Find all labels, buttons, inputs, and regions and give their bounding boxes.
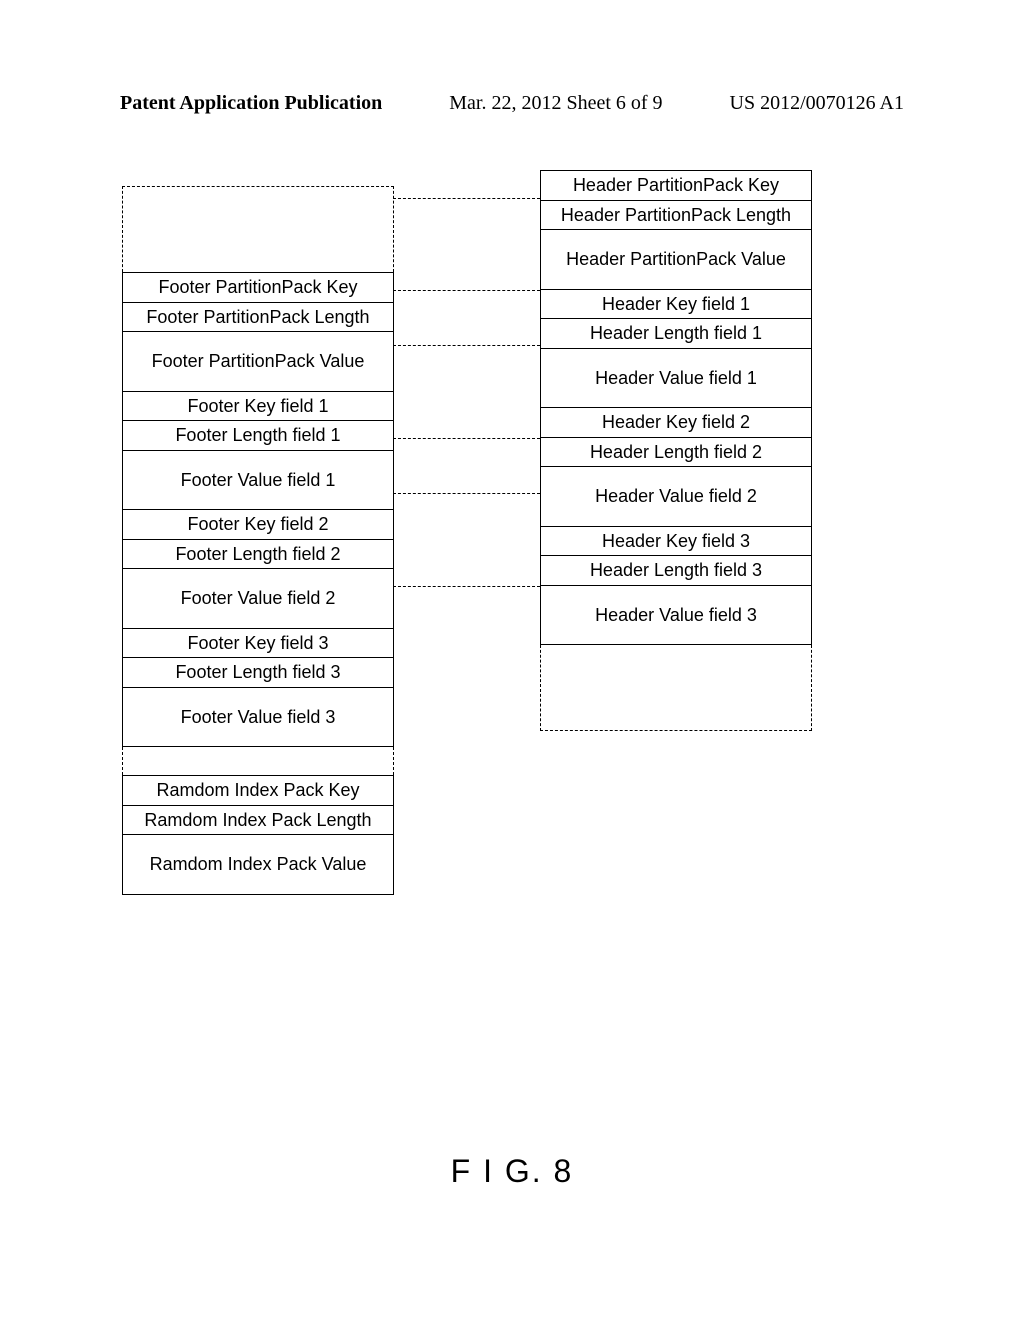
table-row: Header Key field 1 — [541, 289, 811, 319]
header-center: Mar. 22, 2012 Sheet 6 of 9 — [449, 92, 662, 115]
connector-dash — [393, 586, 540, 587]
table-row: Header Length field 3 — [541, 555, 811, 585]
table-row: Header PartitionPack Length — [541, 200, 811, 230]
footer-column: Footer PartitionPack KeyFooter Partition… — [122, 186, 394, 895]
table-row: Ramdom Index Pack Length — [123, 805, 393, 835]
table-row: Header Length field 2 — [541, 437, 811, 467]
header-right: US 2012/0070126 A1 — [730, 92, 904, 115]
dashed-continuation-top — [122, 186, 394, 272]
connector-dash — [393, 493, 540, 494]
table-row: Ramdom Index Pack Key — [123, 776, 393, 805]
header-column: Header PartitionPack KeyHeader Partition… — [540, 170, 812, 731]
table-row: Footer PartitionPack Key — [123, 273, 393, 302]
table-row: Footer Length field 3 — [123, 657, 393, 687]
table-row: Footer Value field 2 — [123, 568, 393, 628]
table-row: Header Value field 3 — [541, 585, 811, 645]
table-row: Header Value field 1 — [541, 348, 811, 408]
table-row: Header PartitionPack Key — [541, 171, 811, 200]
page-running-header: Patent Application Publication Mar. 22, … — [0, 92, 1024, 115]
table-row: Footer Key field 2 — [123, 509, 393, 539]
table-row: Header Value field 2 — [541, 466, 811, 526]
table-row: Ramdom Index Pack Value — [123, 834, 393, 894]
header-partition-box: Header PartitionPack KeyHeader Partition… — [540, 170, 812, 645]
table-row: Header Key field 3 — [541, 526, 811, 556]
connector-dash — [393, 198, 540, 199]
header-left: Patent Application Publication — [120, 92, 382, 115]
table-row: Header Length field 1 — [541, 318, 811, 348]
table-row: Footer Key field 1 — [123, 391, 393, 421]
figure-caption: F I G. 8 — [0, 1153, 1024, 1190]
table-row: Footer Length field 2 — [123, 539, 393, 569]
table-row: Footer PartitionPack Length — [123, 302, 393, 332]
dashed-gap — [122, 747, 394, 775]
table-row: Footer Value field 1 — [123, 450, 393, 510]
figure-diagram: Footer PartitionPack KeyFooter Partition… — [0, 160, 1024, 1100]
table-row: Footer Key field 3 — [123, 628, 393, 658]
table-row: Header Key field 2 — [541, 407, 811, 437]
connector-dash — [393, 345, 540, 346]
table-row: Header PartitionPack Value — [541, 229, 811, 289]
footer-partition-box: Footer PartitionPack KeyFooter Partition… — [122, 272, 394, 747]
table-row: Footer Value field 3 — [123, 687, 393, 747]
connector-dash — [393, 438, 540, 439]
dashed-continuation-bottom — [540, 645, 812, 731]
random-index-pack-box: Ramdom Index Pack KeyRamdom Index Pack L… — [122, 775, 394, 895]
table-row: Footer PartitionPack Value — [123, 331, 393, 391]
connector-dash — [393, 290, 540, 291]
table-row: Footer Length field 1 — [123, 420, 393, 450]
